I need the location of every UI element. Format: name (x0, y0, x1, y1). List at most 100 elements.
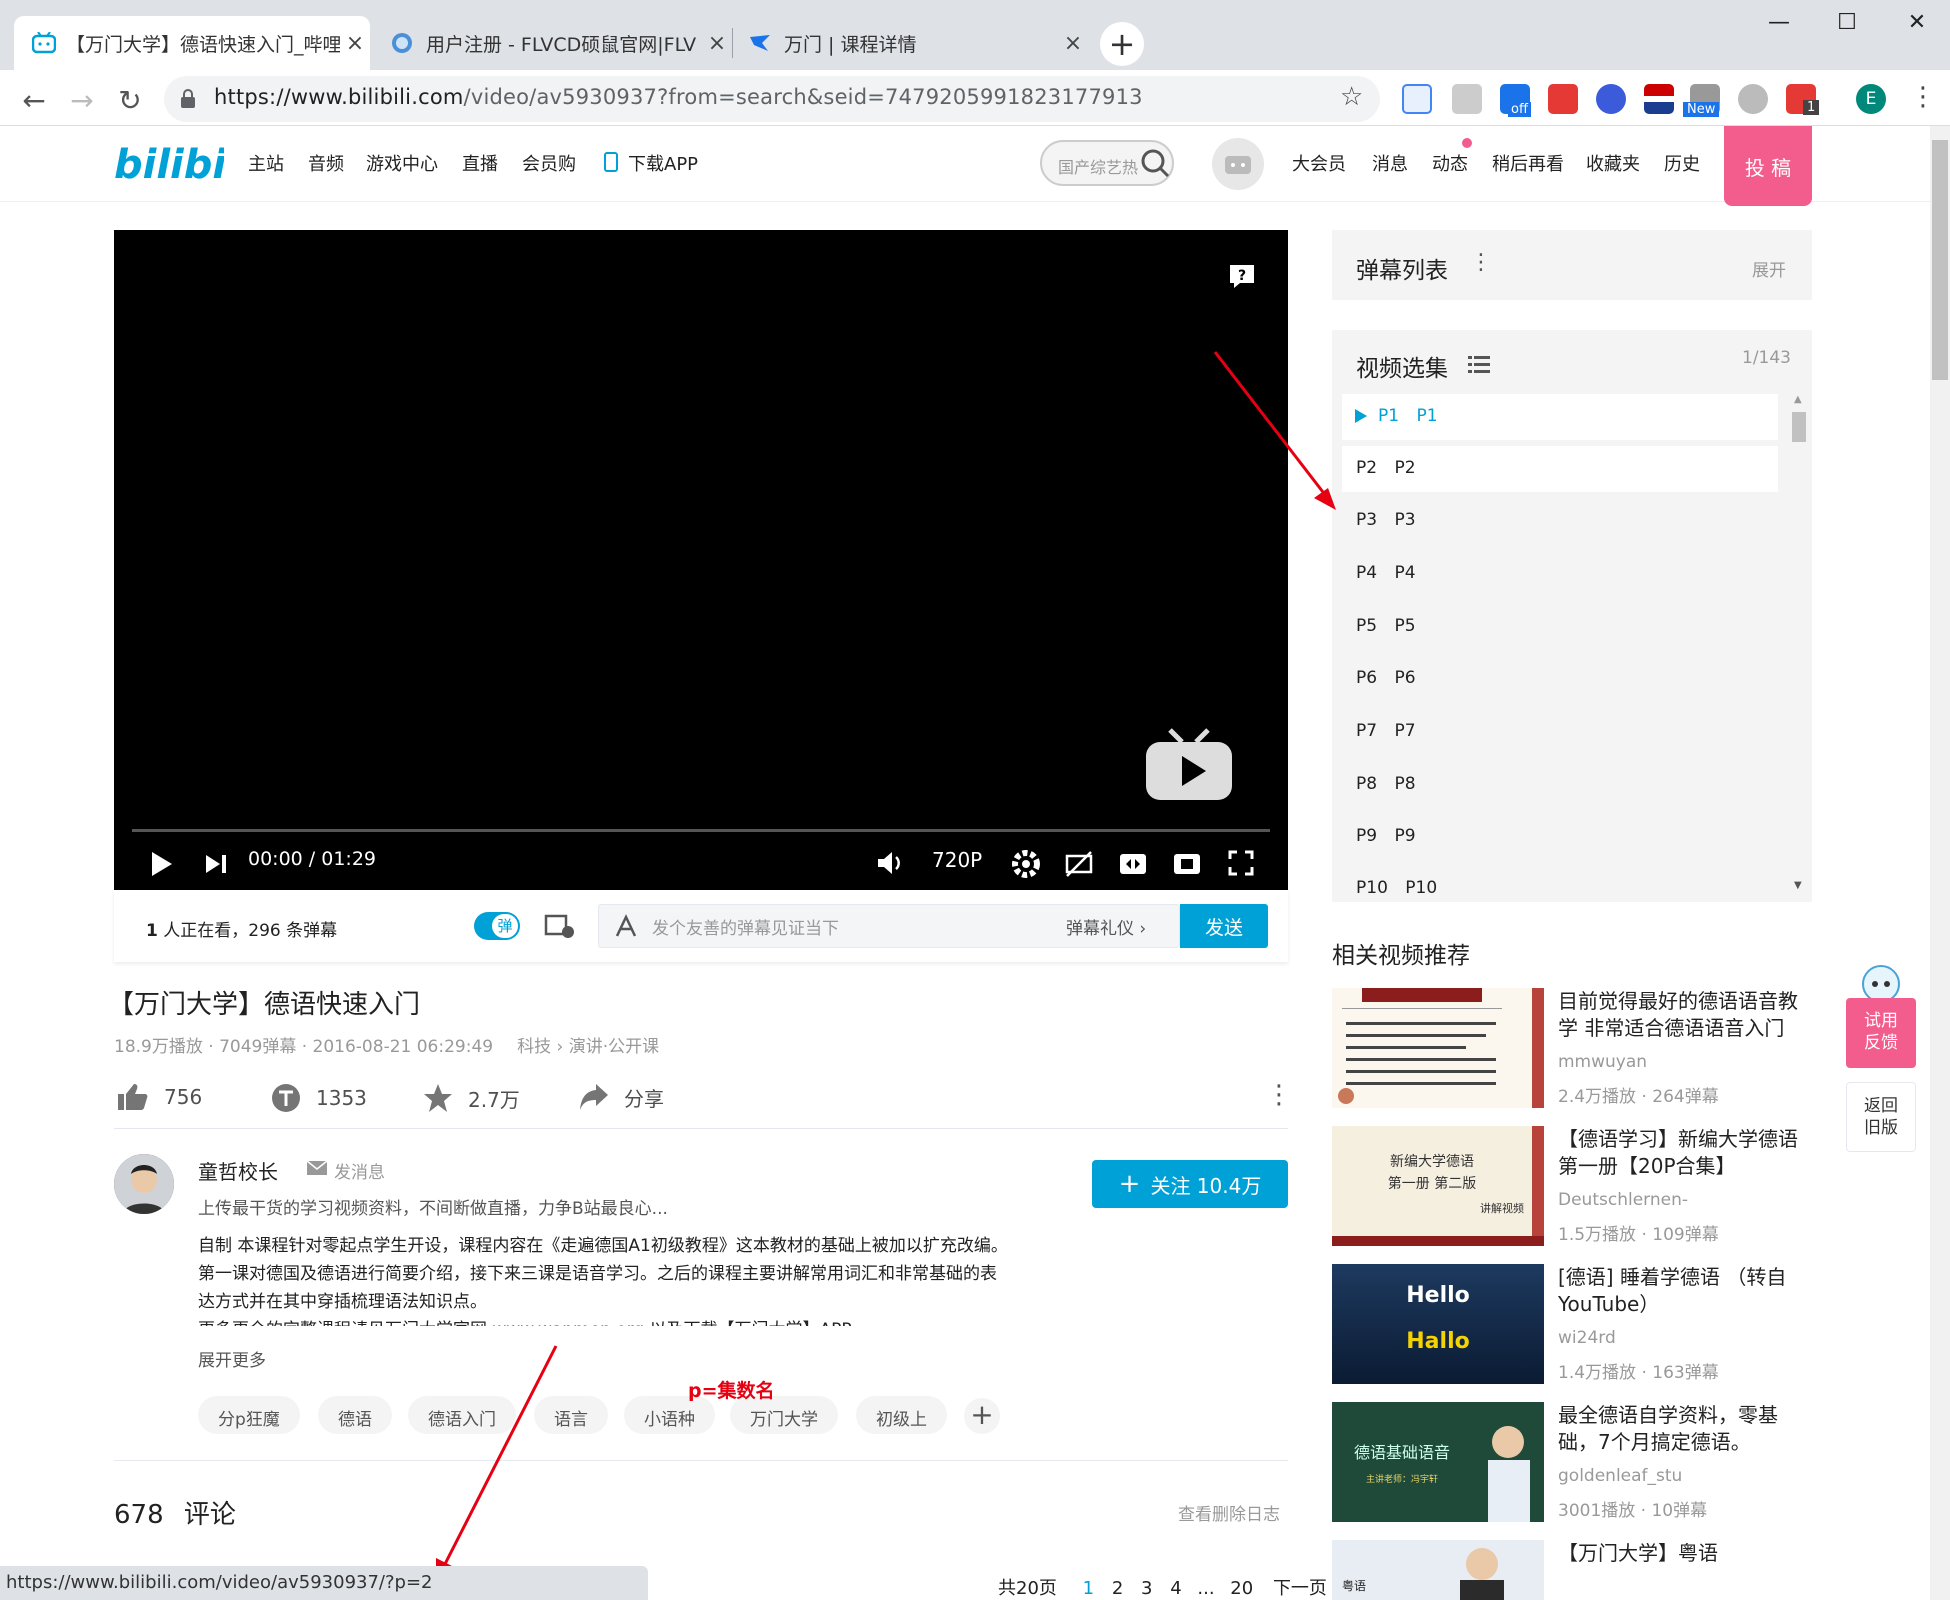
page-scroll-thumb[interactable] (1932, 140, 1948, 380)
bookmark-star-icon[interactable]: ☆ (1340, 82, 1363, 112)
scroll-up-icon[interactable]: ▲ (1794, 394, 1802, 405)
share-button[interactable]: 分享 (578, 1082, 664, 1112)
danmaku-off-icon[interactable] (1064, 850, 1094, 878)
related-uploader[interactable]: goldenleaf_stu (1558, 1466, 1682, 1486)
related-thumbnail[interactable] (1332, 988, 1544, 1108)
back-arrow-icon[interactable]: ← (14, 80, 54, 120)
extension-flag-icon[interactable] (1644, 84, 1674, 114)
send-danmaku-button[interactable]: 发送 (1180, 904, 1268, 948)
episode-item[interactable]: P9 P9 (1342, 814, 1778, 860)
nav-dynamic[interactable]: 动态 (1432, 150, 1468, 176)
danmaku-settings-icon[interactable] (544, 912, 576, 940)
upload-button[interactable]: 投 稿 (1724, 126, 1812, 206)
tag[interactable]: 语言 (534, 1396, 608, 1434)
coin-button[interactable]: 1353 (270, 1082, 367, 1114)
new-tab-button[interactable]: + (1100, 22, 1144, 66)
close-window-icon[interactable]: ✕ (1892, 10, 1942, 40)
episode-scrollbar[interactable] (1790, 392, 1808, 896)
reload-icon[interactable]: ↻ (110, 80, 150, 120)
progress-track[interactable] (132, 829, 1270, 832)
profile-avatar[interactable]: E (1856, 84, 1886, 114)
scroll-thumb[interactable] (1792, 412, 1806, 442)
tag[interactable]: 分p狂魔 (198, 1396, 300, 1434)
expand-description-link[interactable]: 展开更多 (198, 1346, 266, 1371)
nav-shop[interactable]: 会员购 (522, 150, 576, 176)
chrome-menu-icon[interactable]: ⋮ (1910, 82, 1936, 112)
nav-favorites[interactable]: 收藏夹 (1586, 150, 1640, 176)
extension-video-icon[interactable] (1548, 84, 1578, 114)
follow-button[interactable]: + 关注 10.4万 (1092, 1160, 1288, 1208)
trial-feedback-button[interactable]: 试用 反馈 (1846, 998, 1916, 1068)
episode-item[interactable]: P2 P2 (1342, 446, 1778, 492)
next-icon[interactable] (204, 853, 228, 875)
play-icon[interactable] (148, 850, 174, 878)
related-title[interactable]: [德语] 睡着学德语 （转自YouTube） (1558, 1264, 1814, 1318)
danmaku-expand-link[interactable]: 展开 (1752, 256, 1786, 281)
browser-tab[interactable]: 万门 | 课程详情 × (734, 16, 1088, 70)
extension-share-icon[interactable] (1402, 84, 1432, 114)
pager-next[interactable]: 下一页 (1273, 1578, 1327, 1599)
fullscreen-icon[interactable] (1228, 850, 1254, 876)
font-style-icon[interactable] (614, 914, 638, 940)
tag[interactable]: 德语 (318, 1396, 392, 1434)
nav-game-center[interactable]: 游戏中心 (366, 150, 438, 176)
extension-swirl-icon[interactable] (1596, 84, 1626, 114)
nav-messages[interactable]: 消息 (1372, 150, 1408, 176)
danmaku-etiquette-link[interactable]: 弹幕礼仪 › (1066, 914, 1146, 939)
close-tab-icon[interactable]: × (340, 31, 370, 56)
browser-tab[interactable]: 用户注册 - FLVCD硕鼠官网|FLV × (374, 16, 732, 70)
help-icon[interactable]: ? (1228, 262, 1256, 290)
more-options-icon[interactable]: ⋮ (1266, 1080, 1292, 1110)
episode-item[interactable]: P8 P8 (1342, 762, 1778, 808)
volume-icon[interactable] (876, 850, 906, 876)
episode-item[interactable]: P7 P7 (1342, 709, 1778, 755)
pager-page[interactable]: 3 (1141, 1578, 1152, 1599)
related-title[interactable]: 目前觉得最好的德语语音教学 非常适合德语语音入门 (1558, 988, 1814, 1042)
nav-main[interactable]: 主站 (248, 150, 284, 176)
bilibili-logo[interactable]: bilibili (114, 134, 224, 190)
episode-item[interactable]: P4 P4 (1342, 551, 1778, 597)
like-button[interactable]: 756 (116, 1082, 202, 1112)
close-tab-icon[interactable]: × (1058, 31, 1088, 56)
related-uploader[interactable]: mmwuyan (1558, 1052, 1647, 1072)
related-thumbnail[interactable]: 德语基础语音 主讲老师：冯宇轩 (1332, 1402, 1544, 1522)
scroll-down-icon[interactable]: ▼ (1794, 880, 1802, 891)
nav-live[interactable]: 直播 (462, 150, 498, 176)
episode-item-current[interactable]: P1 P1 (1342, 394, 1778, 440)
tag[interactable]: 初级上 (856, 1396, 947, 1434)
episode-item[interactable]: P3 P3 (1342, 498, 1778, 544)
browser-tab-active[interactable]: 【万门大学】德语快速入门_哔哩 × (14, 16, 370, 70)
pager-page[interactable]: 4 (1170, 1578, 1181, 1599)
nav-history[interactable]: 历史 (1664, 150, 1700, 176)
maximize-window-icon[interactable]: ☐ (1822, 10, 1872, 40)
nav-download-app[interactable]: 下载APP (628, 150, 698, 176)
web-fullscreen-icon[interactable] (1172, 852, 1202, 876)
related-title[interactable]: 最全德语自学资料，零基础，7个月搞定德语。 (1558, 1402, 1814, 1456)
search-icon[interactable] (1140, 148, 1170, 178)
extension-globe-icon[interactable] (1738, 84, 1768, 114)
add-tag-button[interactable]: + (964, 1398, 1000, 1434)
favorite-button[interactable]: 2.7万 (422, 1082, 520, 1114)
settings-gear-icon[interactable] (1012, 850, 1040, 878)
old-version-button[interactable]: 返回 旧版 (1846, 1082, 1916, 1152)
forward-arrow-icon[interactable]: → (62, 80, 102, 120)
widescreen-icon[interactable] (1118, 852, 1148, 876)
vertical-dots-icon[interactable]: ⋮ (1470, 250, 1492, 275)
related-thumbnail[interactable]: Hello Hallo (1332, 1264, 1544, 1384)
video-player[interactable] (114, 230, 1288, 890)
episode-item[interactable]: P10 P10 (1342, 866, 1778, 900)
minimize-window-icon[interactable]: — (1754, 10, 1804, 40)
uploader-name[interactable]: 童哲校长 (198, 1156, 278, 1185)
related-thumbnail[interactable]: 粤语 (1332, 1540, 1544, 1600)
pager-page[interactable]: 2 (1112, 1578, 1123, 1599)
nav-watch-later[interactable]: 稍后再看 (1492, 150, 1564, 176)
play-tv-icon[interactable] (1144, 728, 1234, 806)
related-uploader[interactable]: Deutschlernen- (1558, 1190, 1688, 1210)
related-title[interactable]: 【德语学习】新编大学德语第一册【20P合集】 (1558, 1126, 1814, 1180)
uploader-avatar[interactable] (114, 1154, 174, 1214)
related-uploader[interactable]: wi24rd (1558, 1328, 1616, 1348)
send-message-link[interactable]: 发消息 (334, 1158, 385, 1183)
video-category[interactable]: 科技 › 演讲·公开课 (517, 1037, 659, 1057)
tag[interactable]: 德语入门 (408, 1396, 516, 1434)
nav-audio[interactable]: 音频 (308, 150, 344, 176)
